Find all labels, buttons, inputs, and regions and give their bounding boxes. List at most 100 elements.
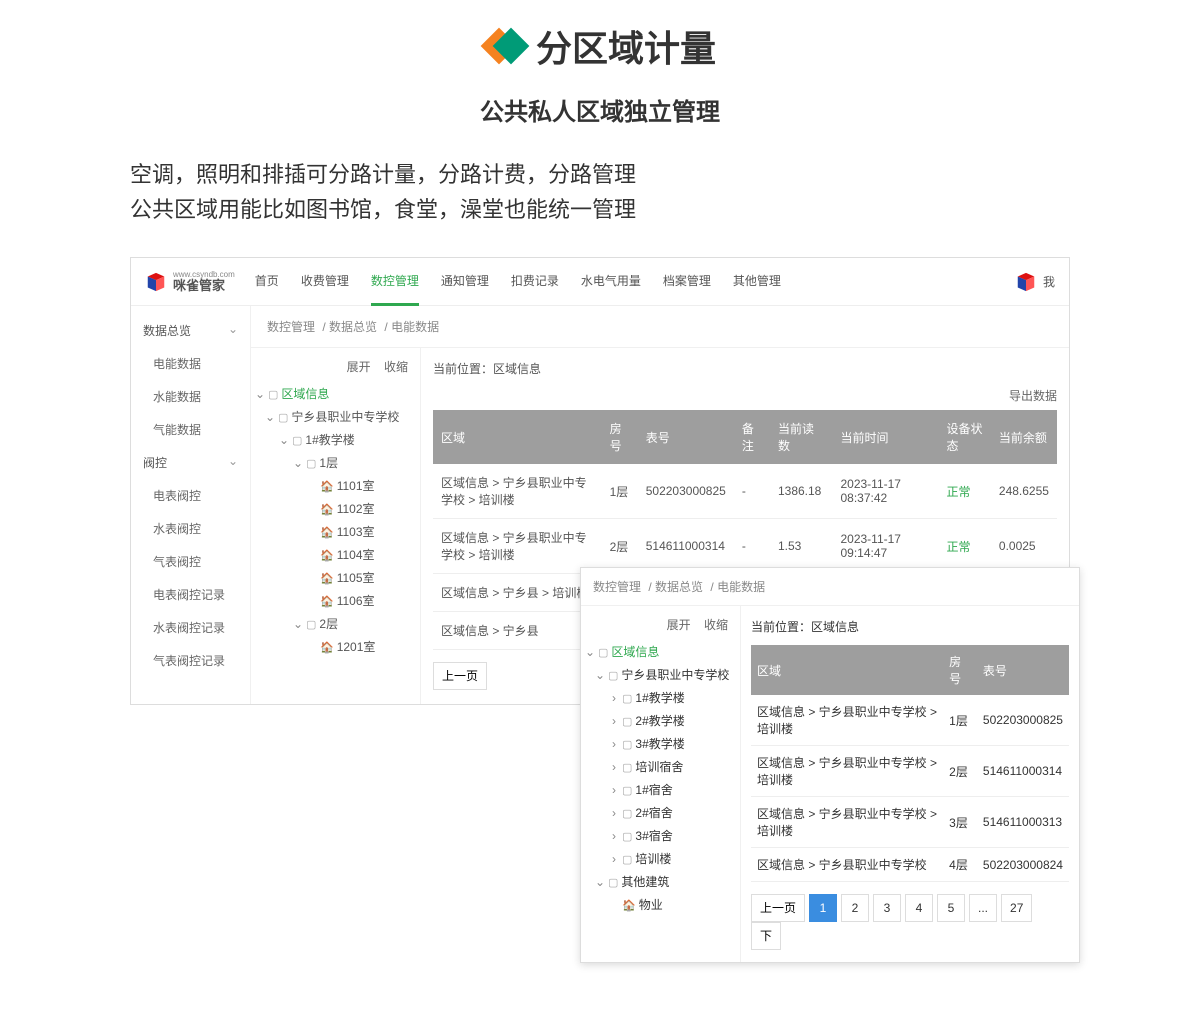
- tree-caret-icon[interactable]: ⌄: [293, 452, 303, 474]
- crumb-3: 电能数据: [391, 320, 439, 334]
- tree-node[interactable]: 1105室: [337, 571, 375, 585]
- tree-caret-icon[interactable]: ⌄: [585, 641, 595, 663]
- tree-node[interactable]: 1104室: [337, 548, 375, 562]
- tree-node[interactable]: 1201室: [337, 640, 376, 654]
- tree-expand-button[interactable]: 展开: [667, 618, 691, 632]
- location-label: 当前位置：: [751, 620, 811, 634]
- prev-page-button[interactable]: 上一页: [751, 894, 805, 922]
- building-icon: ▢: [306, 619, 316, 631]
- tree-caret-icon[interactable]: ⌄: [265, 406, 275, 428]
- table-row[interactable]: 区域信息 > 宁乡县职业中专学校 > 培训楼2层514611000314: [751, 746, 1069, 797]
- tree-node[interactable]: 1#教学楼: [635, 691, 684, 705]
- crumb-2[interactable]: 数据总览: [329, 320, 377, 334]
- tree-caret-icon[interactable]: ⌄: [279, 429, 289, 451]
- location-value: 区域信息: [811, 620, 859, 634]
- tree-caret-icon[interactable]: ›: [609, 756, 619, 778]
- crumb-1[interactable]: 数控管理: [267, 320, 315, 334]
- brand[interactable]: www.csyndb.com 咪雀管家: [145, 271, 235, 293]
- nav-item[interactable]: 通知管理: [441, 258, 489, 306]
- cell-time: 2023-11-17 09:14:47: [832, 519, 938, 574]
- building-icon: ▢: [622, 808, 632, 820]
- tree-caret-icon[interactable]: ›: [609, 802, 619, 824]
- sidebar-item[interactable]: 水表阀控: [131, 512, 250, 545]
- tree-node[interactable]: 1#教学楼: [305, 433, 354, 447]
- prev-page-button[interactable]: 上一页: [433, 662, 487, 690]
- desc-line-1: 空调，照明和排插可分路计量，分路计费，分路管理: [130, 157, 1070, 192]
- page-number[interactable]: 27: [1001, 894, 1032, 922]
- sidebar-item[interactable]: 气表阀控: [131, 545, 250, 578]
- sidebar-group[interactable]: 阀控⌄: [131, 446, 250, 479]
- table-row[interactable]: 区域信息 > 宁乡县职业中专学校 > 培训楼1层502203000825-138…: [433, 464, 1057, 519]
- page-number[interactable]: ...: [969, 894, 997, 922]
- building-icon: ▢: [622, 762, 632, 774]
- nav-item[interactable]: 数控管理: [371, 258, 419, 306]
- next-page-button[interactable]: 下: [751, 922, 781, 950]
- table-row[interactable]: 区域信息 > 宁乡县职业中专学校 > 培训楼1层502203000825: [751, 695, 1069, 746]
- tree-node[interactable]: 宁乡县职业中专学校: [291, 410, 399, 424]
- nav-item[interactable]: 其他管理: [733, 258, 781, 306]
- tree-node[interactable]: 2#教学楼: [635, 714, 684, 728]
- tree-caret-icon[interactable]: ›: [609, 710, 619, 732]
- page-number[interactable]: 5: [937, 894, 965, 922]
- tree-caret-icon[interactable]: ⌄: [293, 613, 303, 635]
- tree-caret-icon[interactable]: ⌄: [255, 383, 265, 405]
- nav-item[interactable]: 档案管理: [663, 258, 711, 306]
- tree-node[interactable]: 1101室: [337, 479, 375, 493]
- cell-area: 区域信息 > 宁乡县职业中专学校 > 培训楼: [751, 695, 943, 746]
- tree-expand-button[interactable]: 展开: [347, 360, 371, 374]
- tree-collapse-button[interactable]: 收缩: [704, 618, 728, 632]
- tree-node[interactable]: 其他建筑: [621, 875, 669, 889]
- sidebar-item[interactable]: 电能数据: [131, 347, 250, 380]
- tree-node[interactable]: 3#宿舍: [635, 829, 672, 843]
- tree-node[interactable]: 区域信息: [281, 387, 329, 401]
- export-button[interactable]: 导出数据: [433, 387, 1057, 410]
- sidebar-item[interactable]: 电表阀控: [131, 479, 250, 512]
- table-row[interactable]: 区域信息 > 宁乡县职业中专学校4层502203000824: [751, 848, 1069, 882]
- tree-node[interactable]: 1层: [319, 456, 338, 470]
- sidebar-item[interactable]: 气表阀控记录: [131, 644, 250, 677]
- desc-line-2: 公共区域用能比如图书馆，食堂，澡堂也能统一管理: [130, 192, 1070, 227]
- tree-node[interactable]: 1#宿舍: [635, 783, 672, 797]
- tree-node[interactable]: 培训楼: [635, 852, 671, 866]
- sidebar-item[interactable]: 水能数据: [131, 380, 250, 413]
- nav-item[interactable]: 扣费记录: [511, 258, 559, 306]
- nav-item[interactable]: 收费管理: [301, 258, 349, 306]
- page-number[interactable]: 1: [809, 894, 837, 922]
- crumb-2[interactable]: 数据总览: [655, 580, 703, 594]
- nav-item[interactable]: 首页: [255, 258, 279, 306]
- page-number[interactable]: 4: [905, 894, 933, 922]
- tree-caret-icon[interactable]: ›: [609, 848, 619, 870]
- tree-node[interactable]: 区域信息: [611, 645, 659, 659]
- page-number[interactable]: 2: [841, 894, 869, 922]
- tree-node[interactable]: 1106室: [337, 594, 375, 608]
- table-row[interactable]: 区域信息 > 宁乡县职业中专学校 > 培训楼2层514611000314-1.5…: [433, 519, 1057, 574]
- sidebar-item[interactable]: 水表阀控记录: [131, 611, 250, 644]
- tree-node[interactable]: 1103室: [337, 525, 375, 539]
- tree-node[interactable]: 1102室: [337, 502, 375, 516]
- tree-node[interactable]: 3#教学楼: [635, 737, 684, 751]
- app-screenshot-overlay: 数控管理 / 数据总览 / 电能数据 展开 收缩 ⌄▢区域信息⌄▢宁乡县职业中专…: [580, 567, 1080, 963]
- tree-caret-icon[interactable]: ⌄: [595, 664, 605, 686]
- building-icon: ▢: [278, 412, 288, 424]
- tree-caret-icon[interactable]: ›: [609, 733, 619, 755]
- tree-node[interactable]: 物业: [639, 898, 663, 912]
- tree-caret-icon[interactable]: ›: [609, 825, 619, 847]
- user-avatar-icon[interactable]: [1015, 271, 1037, 293]
- sidebar-group[interactable]: 数据总览⌄: [131, 314, 250, 347]
- tree-collapse-button[interactable]: 收缩: [384, 360, 408, 374]
- tree-node[interactable]: 培训宿舍: [635, 760, 683, 774]
- tree-caret-icon[interactable]: ⌄: [595, 871, 605, 893]
- user-label[interactable]: 我: [1043, 273, 1055, 290]
- tree-caret-icon[interactable]: ›: [609, 779, 619, 801]
- crumb-1[interactable]: 数控管理: [593, 580, 641, 594]
- table-row[interactable]: 区域信息 > 宁乡县职业中专学校 > 培训楼3层514611000313: [751, 797, 1069, 848]
- tree-node[interactable]: 2#宿舍: [635, 806, 672, 820]
- sidebar-item[interactable]: 气能数据: [131, 413, 250, 446]
- cell-meter: 514611000314: [638, 519, 734, 574]
- tree-node[interactable]: 2层: [319, 617, 338, 631]
- nav-item[interactable]: 水电气用量: [581, 258, 641, 306]
- tree-node[interactable]: 宁乡县职业中专学校: [621, 668, 729, 682]
- sidebar-item[interactable]: 电表阀控记录: [131, 578, 250, 611]
- page-number[interactable]: 3: [873, 894, 901, 922]
- tree-caret-icon[interactable]: ›: [609, 687, 619, 709]
